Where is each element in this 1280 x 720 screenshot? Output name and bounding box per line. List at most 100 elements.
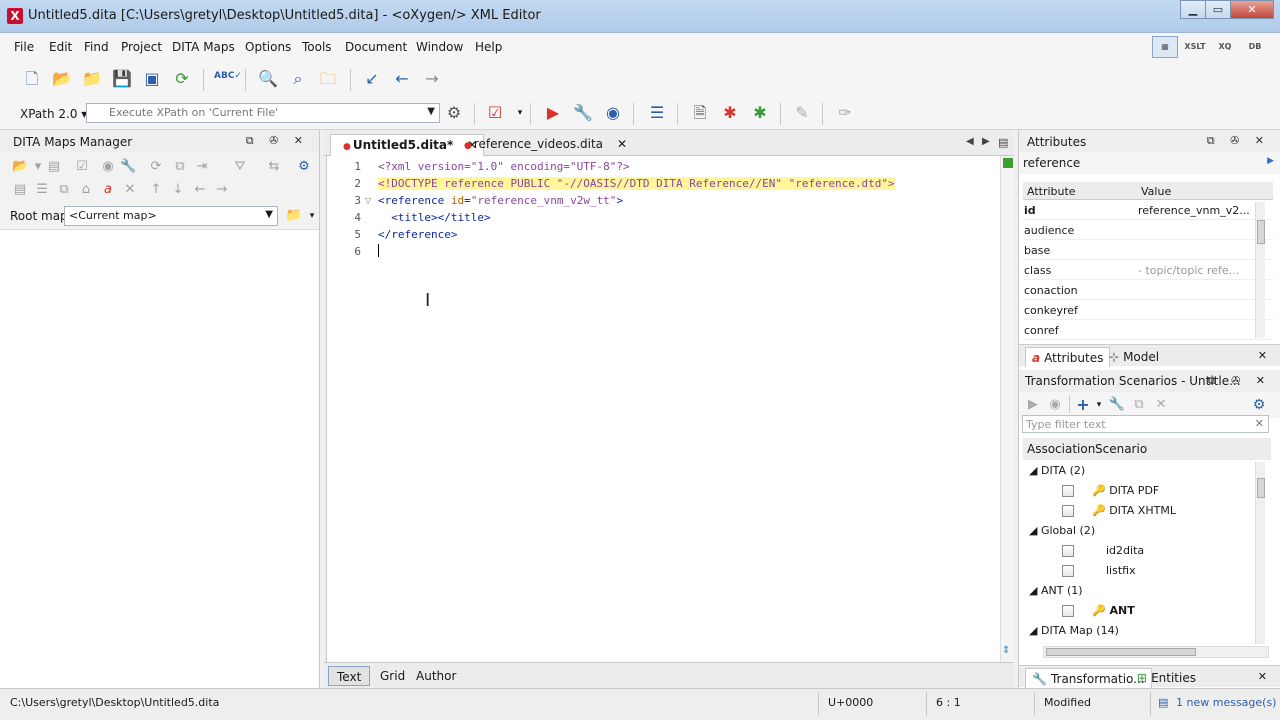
attribute-value[interactable]: - topic/topic refe... [1138, 264, 1250, 277]
database-perspective-button[interactable]: DB [1242, 36, 1268, 58]
menu-dita-maps[interactable]: DITA Maps [172, 40, 235, 54]
list-item[interactable]: 🔑 DITA XHTML [1092, 504, 1176, 517]
clear-filter-icon[interactable]: ✕ [1255, 417, 1264, 430]
code-line-reference-close[interactable]: </reference> [378, 228, 457, 241]
root-map-select[interactable]: <Current map> ▼ [64, 206, 278, 226]
validate-icon[interactable]: ☑ [485, 103, 505, 123]
mode-grid[interactable]: Grid [372, 666, 413, 686]
mode-author[interactable]: Author [408, 666, 464, 686]
editor-perspective-button[interactable]: ▦ [1152, 36, 1178, 58]
edit-scenario-icon[interactable]: 🔧 [1107, 395, 1127, 415]
list-item[interactable]: listfix [1106, 564, 1136, 577]
list-item[interactable]: id2dita [1106, 544, 1144, 557]
scenario-filter-input[interactable]: Type filter text ✕ [1022, 415, 1269, 433]
find-icon[interactable]: 🔍 [258, 69, 278, 89]
scrollbar-thumb[interactable] [1046, 648, 1196, 656]
menu-window[interactable]: Window [416, 40, 463, 54]
scenario-checkbox[interactable] [1062, 505, 1074, 517]
pin-red-icon[interactable]: ✱ [720, 103, 740, 123]
scenario-horizontal-scrollbar[interactable] [1043, 646, 1269, 658]
menu-tools[interactable]: Tools [302, 40, 332, 54]
table-row[interactable]: base [1023, 240, 1273, 260]
configure-transformation-icon[interactable]: 🔧 [573, 103, 593, 123]
chevron-down-icon[interactable]: ▾ [510, 103, 530, 123]
text-editor[interactable]: 1 2 3 ▽ 4 5 6 <?xml version="1.0" encodi… [326, 156, 1014, 662]
promote-icon[interactable]: ← [192, 180, 208, 200]
menu-edit[interactable]: Edit [49, 40, 72, 54]
table-row[interactable]: conaction [1023, 280, 1273, 300]
menu-file[interactable]: File [14, 40, 34, 54]
debug-transformation-icon[interactable]: ◉ [603, 103, 623, 123]
save-icon[interactable]: 💾 [112, 69, 132, 89]
list-icon[interactable]: ☰ [34, 180, 50, 200]
table-row[interactable]: id reference_vnm_v2... [1023, 200, 1273, 220]
expand-icon[interactable]: ⇕ [1002, 645, 1010, 656]
status-messages-link[interactable]: 1 new message(s) [1176, 696, 1276, 709]
scrollbar-thumb[interactable] [1257, 478, 1265, 498]
close-window-button[interactable]: ✕ [1230, 0, 1274, 19]
close-icon[interactable]: ✕ [1258, 670, 1267, 683]
tab-attributes[interactable]: a Attributes [1025, 347, 1111, 367]
format-indent-icon[interactable]: ☰ [647, 103, 667, 123]
panel-controls[interactable]: ⧉ ✇ ✕ [246, 134, 309, 148]
transform-map-icon[interactable]: ◉ [100, 157, 116, 177]
tab-list-icon[interactable]: ▤ [998, 136, 1008, 149]
forward-arrow-icon[interactable]: → [422, 69, 442, 89]
insert-topicref-icon[interactable]: ▤ [12, 180, 28, 200]
xquery-perspective-button[interactable]: XQ [1212, 36, 1238, 58]
code-line-reference-open[interactable]: <reference id="reference_vnm_v2w_tt"> [378, 194, 623, 207]
move-up-icon[interactable]: ↑ [148, 180, 164, 200]
messages-icon[interactable]: ▤ [1158, 696, 1168, 709]
tab-entities[interactable]: ⊞ Entities [1131, 668, 1202, 688]
tab-scroll-left-icon[interactable]: ◀ [966, 136, 974, 147]
tab-model[interactable]: ⊹ Model [1103, 347, 1165, 367]
link-editor-icon[interactable]: ⇆ [266, 157, 282, 177]
attribute-value[interactable]: reference_vnm_v2... [1138, 204, 1250, 217]
last-edit-icon[interactable]: ↙ [362, 69, 382, 89]
scenario-checkbox[interactable] [1062, 485, 1074, 497]
tab-reference-videos[interactable]: ● reference_videos.dita ✕ [452, 134, 633, 156]
move-down-icon[interactable]: ↓ [170, 180, 186, 200]
chevron-down-icon[interactable]: ▾ [302, 206, 322, 226]
reload-icon[interactable]: ⟳ [172, 69, 192, 89]
tab-scroll-right-icon[interactable]: ▶ [982, 136, 990, 147]
close-tab-icon[interactable]: ✕ [617, 137, 627, 151]
apply-transformation-icon[interactable]: ▶ [543, 103, 563, 123]
panel-controls[interactable]: ⧉ ✇ ✕ [1208, 374, 1271, 388]
code-line-doctype[interactable]: <!DOCTYPE reference PUBLIC "-//OASIS//DT… [378, 177, 895, 190]
spellcheck-icon[interactable]: ABC✓ [214, 66, 242, 86]
back-arrow-icon[interactable]: ← [392, 69, 412, 89]
new-file-icon[interactable]: 🗋 [22, 69, 42, 89]
save-map-icon[interactable]: ▤ [46, 157, 62, 177]
scenario-checkbox[interactable] [1062, 565, 1074, 577]
xpath-version-select[interactable]: XPath 2.0 ▾ [20, 107, 87, 121]
menu-options[interactable]: Options [245, 40, 291, 54]
group-dita[interactable]: ◢ DITA (2) [1029, 464, 1085, 477]
mode-text[interactable]: Text [328, 666, 371, 686]
find-folder-icon[interactable]: 🗀 [318, 69, 338, 89]
fold-toggle-icon[interactable]: ▽ [365, 196, 371, 205]
chevron-down-icon[interactable]: ▾ [1089, 395, 1109, 415]
code-line-xml-declaration[interactable]: <?xml version="1.0" encoding="UTF-8"?> [378, 160, 630, 173]
attributes-scrollbar[interactable] [1255, 202, 1265, 338]
xpath-settings-icon[interactable]: ⚙ [444, 103, 464, 123]
link-map-icon[interactable]: ⇥ [194, 157, 210, 177]
table-row[interactable]: audience [1023, 220, 1273, 240]
group-ant[interactable]: ◢ ANT (1) [1029, 584, 1083, 597]
menu-find[interactable]: Find [84, 40, 109, 54]
open-url-icon[interactable]: 📁 [82, 69, 102, 89]
table-row[interactable]: conref [1023, 320, 1273, 340]
code-line-title[interactable]: <title></title> [378, 211, 490, 224]
menu-project[interactable]: Project [121, 40, 162, 54]
duplicate-scenario-icon[interactable]: ⧉ [1129, 395, 1149, 415]
maximize-button[interactable]: ▭ [1205, 0, 1231, 19]
minimize-button[interactable]: ▁ [1180, 0, 1206, 19]
scenario-checkbox[interactable] [1062, 545, 1074, 557]
chevron-down-icon[interactable]: ▾ [30, 157, 46, 177]
scenario-checkbox[interactable] [1062, 605, 1074, 617]
demote-icon[interactable]: → [214, 180, 230, 200]
reference-icon[interactable]: ⧉ [56, 180, 72, 200]
chevron-down-icon[interactable]: ▼ [427, 106, 435, 117]
edit-disabled-icon[interactable]: ✎ [792, 103, 812, 123]
panel-controls[interactable]: ⧉ ✇ ✕ [1207, 134, 1270, 148]
